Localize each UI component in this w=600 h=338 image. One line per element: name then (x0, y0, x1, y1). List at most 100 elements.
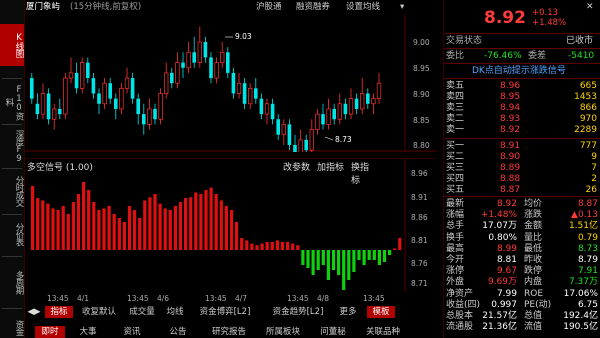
tab-fund-game[interactable]: 资金博弈[L2] (189, 306, 261, 318)
stat-row: 外盘 9.69万 内盘 7.37万 (444, 277, 600, 287)
ask-label: 卖五 (446, 81, 465, 91)
tab-template[interactable]: 模板 (367, 306, 395, 318)
status-row: 交易状态 已收市 (446, 36, 594, 46)
tab-related[interactable]: 关联品种 (359, 326, 407, 338)
bid-volume: 26 (585, 185, 597, 195)
tab-research[interactable]: 研究报告 (205, 326, 253, 338)
tab-instant[interactable]: 即时 (35, 326, 65, 338)
candle-body (354, 98, 359, 109)
candle-body (142, 114, 146, 125)
leftbar-tab-fund[interactable]: 资金 (0, 316, 24, 338)
ask-row[interactable]: 卖一 8.92 2289 (444, 125, 600, 135)
tab-events[interactable]: 大事 (73, 326, 103, 338)
candle-body (214, 62, 219, 79)
bid-row[interactable]: 买一 8.91 777 (444, 141, 600, 151)
news-bar: 即时 大事 资讯 公告 研究报告 所属板块 问董秘 关联品种 (25, 326, 440, 338)
stat-value: 7.91 (577, 266, 598, 277)
ask-price: 8.93 (500, 114, 521, 124)
signal-bar (61, 206, 65, 250)
candle-body (309, 129, 314, 151)
stat-label: 涨幅 (446, 210, 465, 221)
stat-value: 8.73 (577, 243, 598, 254)
tab-more[interactable]: 更多 (335, 306, 361, 318)
ask-row[interactable]: 卖三 8.94 866 (444, 103, 600, 113)
tab-fund-trend[interactable]: 资金趋势[L2] (263, 306, 333, 318)
signal-bar (56, 210, 60, 250)
ask-volume: 866 (579, 103, 597, 113)
bid-row[interactable]: 买三 8.89 7 (444, 163, 600, 173)
stat-label: 总值 (524, 311, 543, 321)
tab-ma[interactable]: 均线 (163, 306, 187, 318)
tab-announcements[interactable]: 公告 (163, 326, 193, 338)
ask-volume: 2289 (574, 125, 597, 135)
signal-banner[interactable]: DK点自动提示涨跌信号 (444, 66, 600, 76)
ask-volume: 1453 (574, 92, 597, 102)
leftbar-tab-ticks[interactable]: 分时成交 (0, 170, 24, 212)
ask-row[interactable]: 卖五 8.96 665 (444, 81, 600, 91)
leftbar-tab-multi-period[interactable]: 多周期 (0, 262, 24, 302)
ask-row[interactable]: 卖四 8.95 1453 (444, 92, 600, 102)
x-axis: 13:45 4/1 13:45 4/6 13:45 4/7 13:45 4/8 … (25, 294, 405, 304)
tab-default[interactable]: 收复默认 (77, 306, 121, 318)
tab-volume[interactable]: 成交量 (123, 306, 161, 318)
bid-row[interactable]: 买二 8.90 9 (444, 152, 600, 162)
leftbar-tab-kline[interactable]: K线图 (0, 24, 24, 66)
close-icon[interactable]: ✕ (586, 2, 594, 12)
leftbar-tab-f10[interactable]: F10资料 (0, 82, 24, 122)
price-pct: +1.48% (532, 18, 567, 28)
candle-body (124, 77, 130, 89)
y-tick: 8.86 (411, 213, 428, 222)
signal-bar (321, 250, 325, 265)
stat-label: 流值 (524, 322, 543, 333)
signal-bar (163, 208, 167, 250)
stat-row: 换手 0.80% 量比 0.79 (444, 233, 600, 243)
signal-bar (184, 198, 188, 250)
nav-left-icon[interactable]: ◀▶ (25, 306, 43, 318)
signal-chart[interactable]: 8.96 8.91 8.86 8.81 8.76 8.71 (25, 158, 437, 292)
x-tick: 4/7 (235, 294, 248, 303)
leftbar-tab-depth[interactable]: 深度F9 (0, 126, 24, 166)
last-price: 8.92 (484, 8, 526, 28)
signal-bar (393, 248, 397, 250)
signal-bar (377, 250, 381, 265)
signal-bar (173, 206, 177, 250)
candle-body (315, 113, 320, 130)
stat-label: 内盘 (524, 277, 543, 288)
tab-ask-secretary[interactable]: 问董秘 (313, 326, 353, 338)
bid-row[interactable]: 买五 8.87 26 (444, 185, 600, 195)
stat-label: 金额 (524, 221, 543, 232)
link-hk-connect[interactable]: 沪股通 (256, 0, 282, 14)
chevron-down-icon[interactable]: ▾ (400, 0, 404, 14)
link-margin[interactable]: 融资融券 (296, 0, 330, 14)
signal-bar (153, 194, 157, 250)
ask-row[interactable]: 卖二 8.93 970 (444, 114, 600, 124)
indicator-bar: ◀▶ 指标 收复默认 成交量 均线 资金博弈[L2] 资金趋势[L2] 更多 模… (25, 306, 435, 318)
stat-label: 净资产 (446, 288, 474, 299)
signal-bar (270, 242, 274, 250)
leftbar-tab-price-table[interactable]: 分价表 (0, 218, 24, 250)
signal-bar (71, 202, 75, 250)
ask-volume: 665 (579, 81, 597, 91)
kline-chart[interactable]: 9.03 8.73 9.00 8.95 8.90 8.85 8.80 (25, 14, 437, 152)
candle-body (136, 98, 140, 115)
tab-news[interactable]: 资讯 (117, 326, 147, 338)
stat-row: 最新 8.92 均价 8.87 (444, 199, 600, 209)
candle-body (164, 72, 169, 94)
bid-label: 买五 (446, 185, 465, 195)
signal-bar (337, 250, 341, 275)
candle-body (264, 103, 270, 115)
signal-bar (189, 197, 193, 250)
link-set-ma[interactable]: 设置均线 (346, 0, 380, 14)
stat-row: 最高 8.99 最低 8.73 (444, 244, 600, 254)
signal-bar (209, 187, 213, 250)
tab-sector[interactable]: 所属板块 (259, 326, 307, 338)
stat-value: 21.57亿 (482, 311, 517, 321)
high-label: 9.03 (235, 32, 252, 41)
bid-row[interactable]: 买四 8.88 2 (444, 174, 600, 184)
signal-bar (382, 250, 387, 262)
candle-body (270, 103, 275, 120)
tab-indicator[interactable]: 指标 (45, 306, 73, 318)
stat-label: PE(动) (524, 299, 552, 310)
signal-bar (388, 250, 392, 255)
signal-bar (260, 243, 264, 250)
